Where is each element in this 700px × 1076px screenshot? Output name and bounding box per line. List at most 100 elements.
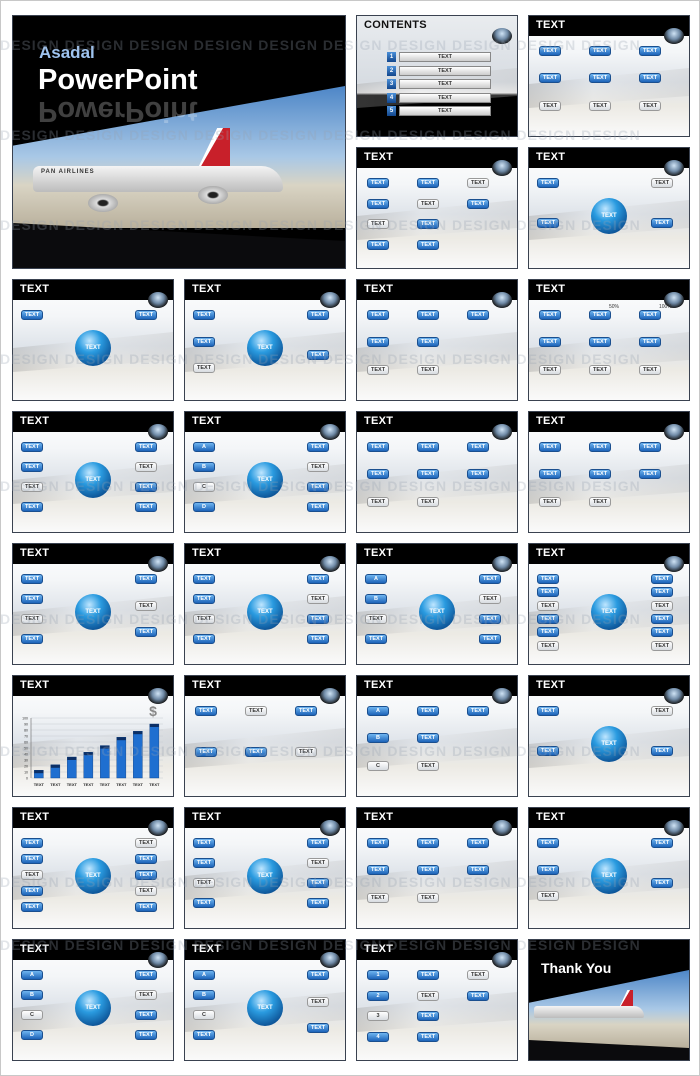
text-label: TEXT — [467, 838, 490, 848]
slide-thumbnail[interactable]: TEXT TEXT TEXT TEXT TEXT TEXT TEXT TEXT TEXT TEXT — [528, 15, 690, 137]
text-label: TEXT — [193, 878, 216, 888]
bar — [100, 745, 110, 779]
y-tick-label: 50 — [24, 747, 28, 751]
text-label: TEXT — [193, 594, 216, 604]
text-label: TEXT — [651, 838, 674, 848]
text-label: B — [193, 990, 215, 1000]
text-label: TEXT — [539, 442, 562, 452]
slide-thumbnail[interactable]: TEXT TEXT TEXT TEXT TEXT TEXT TEXT — [184, 279, 346, 401]
contents-number: 5 — [387, 106, 396, 116]
thank-you-slide[interactable]: Thank You — [528, 939, 690, 1061]
logo-badge-icon — [320, 424, 340, 440]
slide-title: CONTENTS — [364, 19, 427, 31]
text-label: TEXT — [479, 574, 502, 584]
slide-thumbnail[interactable]: TEXT TEXT TEXT TEXT TEXT TEXT TEXT TEXT TEXT TEXT… — [528, 543, 690, 665]
text-label: TEXT — [537, 746, 560, 756]
text-label: TEXT — [417, 442, 440, 452]
slide-thumbnail[interactable]: TEXT TEXT TEXT TEXT TEXT TEXT TEXT TEXT TEXT TEXT… — [12, 807, 174, 929]
airplane — [534, 1006, 644, 1018]
text-label: TEXT — [21, 594, 44, 604]
slide-thumbnail[interactable]: TEXT A B C TEXT TEXT TEXT TEXT — [356, 675, 518, 797]
logo-badge-icon — [320, 820, 340, 836]
slide-title: TEXT — [192, 943, 222, 955]
bar-cap — [149, 724, 159, 727]
text-label: TEXT — [135, 310, 158, 320]
contents-item[interactable]: 3 TEXT — [387, 79, 497, 89]
logo-badge-icon — [320, 556, 340, 572]
engine — [88, 194, 118, 212]
slide-thumbnail[interactable]: TEXT TEXT TEXT TEXT TEXT TEXT TEXT — [528, 807, 690, 929]
slide-thumbnail[interactable]: TEXT TEXT TEXT TEXT TEXT TEXT TEXT TEXT TEXT — [356, 807, 518, 929]
slide-thumbnail[interactable]: TEXT 1 2 3 4 TEXT TEXT TEXT TEXT TEXT TEXT — [356, 939, 518, 1061]
slide-thumbnail[interactable]: TEXT TEXT TEXT TEXT TEXT TEXT TEXT TEXT TEXT — [528, 411, 690, 533]
text-label: TEXT — [589, 364, 612, 375]
contents-item[interactable]: 2 TEXT — [387, 65, 497, 76]
sphere-graphic: TEXT — [247, 990, 283, 1026]
contents-slide[interactable]: CONTENTS 1 TEXT 2 TEXT 3 TEXT 4 TEXT 5 TEXT — [356, 15, 518, 137]
slide-title: TEXT — [536, 19, 566, 31]
text-label: TEXT — [651, 587, 674, 598]
text-label: TEXT — [295, 747, 318, 757]
text-label: TEXT — [537, 218, 560, 228]
text-label: TEXT — [135, 442, 158, 452]
plane-livery: PAN AIRLINES — [41, 169, 95, 175]
text-label: TEXT — [537, 838, 560, 848]
slide-thumbnail[interactable]: TEXT TEXT A B C D TEXT TEXT TEXT TEXT — [12, 939, 174, 1061]
cover-slide[interactable]: PAN AIRLINES Asadal PowerPoint PowerPoin… — [12, 15, 346, 269]
y-tick-label: 60 — [24, 741, 28, 745]
text-label: TEXT — [537, 627, 560, 638]
text-label: B — [193, 462, 215, 472]
slide-thumbnail[interactable]: TEXT TEXT A B TEXT TEXT TEXT TEXT TEXT TEXT — [356, 543, 518, 665]
slide-thumbnail[interactable]: TEXT TEXT A B C D TEXT TEXT TEXT TEXT — [184, 411, 346, 533]
slide-title: TEXT — [364, 547, 394, 559]
slide-title: TEXT — [192, 283, 222, 295]
slide-thumbnail[interactable]: TEXT TEXT TEXT TEXT TEXT TEXT TEXT TEXT TEXT TEXT — [184, 543, 346, 665]
slide-title: TEXT — [364, 679, 394, 691]
slide-thumbnail[interactable]: TEXT TEXT TEXT TEXT TEXT TEXT — [528, 147, 690, 269]
contents-label: TEXT — [399, 106, 491, 116]
bar — [116, 737, 127, 779]
logo-badge-icon — [492, 28, 512, 44]
contents-item[interactable]: 5 TEXT — [387, 106, 497, 116]
slide-thumbnail[interactable]: TEXT TEXT A B C TEXT TEXT TEXT TEXT — [184, 939, 346, 1061]
slide-thumbnail[interactable]: TEXT TEXT TEXT TEXT — [12, 279, 174, 401]
text-label: TEXT — [193, 898, 216, 908]
text-label: TEXT — [307, 350, 330, 360]
slide-thumbnail[interactable]: TEXT TEXT TEXT TEXT TEXT TEXT TEXT TEXT TEXT TEXT — [12, 411, 174, 533]
slide-thumbnail[interactable]: TEXT TEXT TEXT TEXT TEXT TEXT TEXT — [184, 675, 346, 797]
text-label: TEXT — [135, 462, 158, 472]
text-label: TEXT — [467, 865, 490, 876]
slide-thumbnail[interactable]: TEXT TEXT TEXT TEXT TEXT TEXT TEXT TEXT TEXT TEXT… — [528, 279, 690, 401]
slide-thumbnail[interactable]: TEXT TEXT TEXT TEXT TEXT TEXT TEXT TEXT TEXT TEXT — [184, 807, 346, 929]
text-label: TEXT — [21, 574, 44, 584]
contents-item[interactable]: 1 TEXT — [387, 52, 497, 62]
text-label: TEXT — [367, 178, 390, 188]
slide-title: TEXT — [364, 811, 394, 823]
y-tick-label: 40 — [24, 753, 28, 757]
slide-thumbnail[interactable]: TEXT TEXT TEXT TEXT TEXT TEXT TEXT TEXT TEXT — [12, 543, 174, 665]
slide-thumbnail[interactable]: TEXT TEXT TEXT TEXT TEXT TEXT TEXT TEXT TEXT TEXT… — [356, 147, 518, 269]
contents-number: 4 — [387, 92, 396, 103]
text-label: TEXT — [307, 1023, 330, 1034]
slide-title: TEXT — [364, 415, 394, 427]
text-label: TEXT — [639, 442, 662, 452]
slide-thumbnail[interactable]: TEXT 0 10 20 30 40 50 60 70 80 90 100 TEXT TEXT TEXT TE… — [12, 675, 174, 797]
text-label: TEXT — [367, 442, 390, 452]
slide-thumbnail[interactable]: TEXT TEXT TEXT TEXT TEXT TEXT TEXT TEXT TEXT — [356, 411, 518, 533]
text-label: TEXT — [21, 502, 44, 512]
contents-item[interactable]: 4 TEXT — [387, 92, 497, 103]
slide-thumbnail[interactable]: TEXT TEXT TEXT TEXT TEXT TEXT TEXT TEXT — [356, 279, 518, 401]
text-label: TEXT — [195, 747, 218, 757]
bar-cap — [50, 764, 60, 768]
text-label: TEXT — [651, 706, 674, 716]
slide-thumbnail[interactable]: TEXT TEXT TEXT TEXT TEXT TEXT — [528, 675, 690, 797]
text-label: TEXT — [21, 634, 44, 644]
text-label: TEXT — [589, 46, 612, 56]
text-label: TEXT — [539, 364, 562, 375]
text-label: TEXT — [417, 239, 440, 250]
text-label: TEXT — [417, 706, 440, 716]
logo-badge-icon — [664, 556, 684, 572]
text-label: TEXT — [307, 442, 330, 452]
text-label: TEXT — [193, 614, 216, 624]
dollar-icon: $ — [149, 703, 157, 719]
